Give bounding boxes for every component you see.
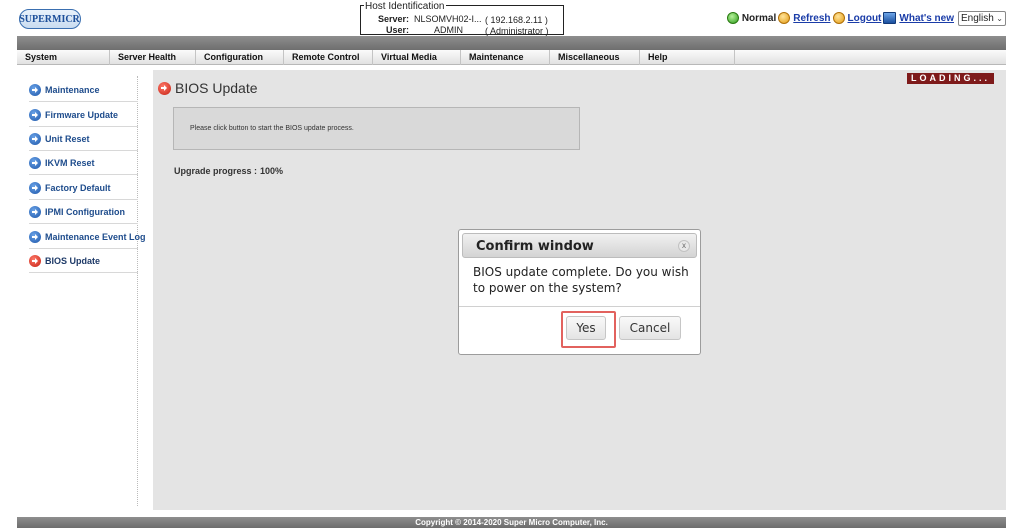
nav-virtual-media[interactable]: Virtual Media	[373, 50, 461, 65]
sidebar: Maintenance Firmware Update Unit Reset I…	[17, 66, 146, 510]
refresh-icon[interactable]	[778, 12, 791, 24]
arrow-right-icon	[29, 254, 41, 267]
sidebar-item-unit-reset[interactable]: Unit Reset	[29, 127, 138, 151]
sidebar-item-label: IPMI Configuration	[45, 206, 125, 217]
footer: Copyright © 2014-2020 Super Micro Comput…	[17, 517, 1006, 528]
sidebar-item-label: Firmware Update	[45, 109, 119, 120]
nav-help[interactable]: Help	[640, 50, 735, 65]
progress-value: 100%	[260, 166, 284, 176]
arrow-right-icon	[29, 181, 41, 194]
user-value: ADMIN	[434, 25, 463, 35]
language-value: English	[961, 12, 994, 24]
sidebar-item-ikvm-reset[interactable]: IKVM Reset	[29, 151, 138, 175]
dialog-header: Confirm window x	[462, 233, 697, 258]
confirm-dialog: Confirm window x BIOS update complete. D…	[458, 229, 701, 355]
logout-icon[interactable]	[832, 12, 845, 24]
status-normal-icon	[726, 12, 739, 24]
host-legend: Host Identification	[364, 1, 446, 12]
sidebar-item-maintenance[interactable]: Maintenance	[29, 78, 138, 102]
nav-configuration[interactable]: Configuration	[196, 50, 284, 65]
sidebar-item-maintenance-event-log[interactable]: Maintenance Event Log	[29, 225, 146, 249]
main-nav: System Server Health Configuration Remot…	[17, 50, 1006, 65]
dialog-message: BIOS update complete. Do you wish to pow…	[473, 265, 689, 295]
refresh-link[interactable]: Refresh	[793, 13, 830, 24]
chevron-down-icon: ⌄	[996, 13, 1003, 23]
user-label: User:	[385, 25, 409, 35]
arrow-right-icon	[158, 81, 171, 95]
host-identification: Host Identification Server: NLSOMVH02-I.…	[360, 1, 564, 36]
arrow-right-icon	[29, 83, 41, 96]
sidebar-item-label: Maintenance	[45, 84, 100, 95]
sidebar-item-label: Maintenance Event Log	[45, 231, 146, 242]
sidebar-item-ipmi-configuration[interactable]: IPMI Configuration	[29, 200, 138, 224]
whats-new-icon[interactable]	[883, 12, 897, 24]
server-ip: ( 192.168.2.11 )	[485, 15, 548, 25]
upgrade-progress: Upgrade progress :100%	[174, 166, 283, 176]
status-normal-label: Normal	[741, 12, 777, 24]
nav-remote-control[interactable]: Remote Control	[284, 50, 373, 65]
arrow-right-icon	[29, 132, 41, 145]
copyright-text: Copyright © 2014-2020 Super Micro Comput…	[415, 518, 608, 527]
dialog-title: Confirm window	[476, 239, 594, 254]
logo-text: SUPERMICR	[19, 13, 80, 25]
arrow-right-icon	[29, 230, 41, 243]
server-value: NLSOMVH02-I...	[414, 14, 482, 24]
sidebar-item-factory-default[interactable]: Factory Default	[29, 176, 138, 200]
page-title-text: BIOS Update	[175, 80, 258, 96]
dialog-divider	[459, 306, 700, 307]
supermicro-logo: SUPERMICR	[19, 9, 81, 29]
arrow-right-icon	[29, 205, 41, 218]
arrow-right-icon	[29, 156, 41, 169]
logout-link[interactable]: Logout	[848, 13, 882, 24]
user-role: ( Administrator )	[485, 26, 549, 36]
close-icon[interactable]: x	[678, 240, 690, 252]
nav-miscellaneous[interactable]: Miscellaneous	[550, 50, 640, 65]
nav-system[interactable]: System	[17, 50, 110, 65]
sidebar-item-label: Unit Reset	[45, 133, 90, 144]
sidebar-item-firmware-update[interactable]: Firmware Update	[29, 103, 138, 127]
instruction-text: Please click button to start the BIOS up…	[190, 125, 354, 132]
whats-new-link[interactable]: What's new	[899, 13, 954, 24]
language-select[interactable]: English ⌄	[958, 10, 1006, 26]
cancel-button[interactable]: Cancel	[619, 316, 681, 340]
yes-button[interactable]: Yes	[566, 316, 606, 340]
sidebar-item-label: BIOS Update	[45, 255, 101, 266]
top-links: Normal Refresh Logout What's new English…	[726, 10, 1006, 26]
nav-maintenance[interactable]: Maintenance	[461, 50, 550, 65]
sidebar-item-label: IKVM Reset	[45, 157, 95, 168]
sidebar-item-label: Factory Default	[45, 182, 111, 193]
header: SUPERMICR Host Identification Server: NL…	[0, 0, 1024, 36]
sidebar-item-bios-update[interactable]: BIOS Update	[29, 249, 138, 273]
page-title: BIOS Update	[158, 80, 258, 96]
nav-server-health[interactable]: Server Health	[110, 50, 196, 65]
server-label: Server:	[377, 14, 409, 24]
instruction-box: Please click button to start the BIOS up…	[173, 107, 580, 150]
loading-indicator: LOADING...	[907, 73, 994, 84]
header-band	[17, 36, 1006, 50]
arrow-right-icon	[29, 108, 41, 121]
progress-label: Upgrade progress :	[174, 166, 258, 176]
